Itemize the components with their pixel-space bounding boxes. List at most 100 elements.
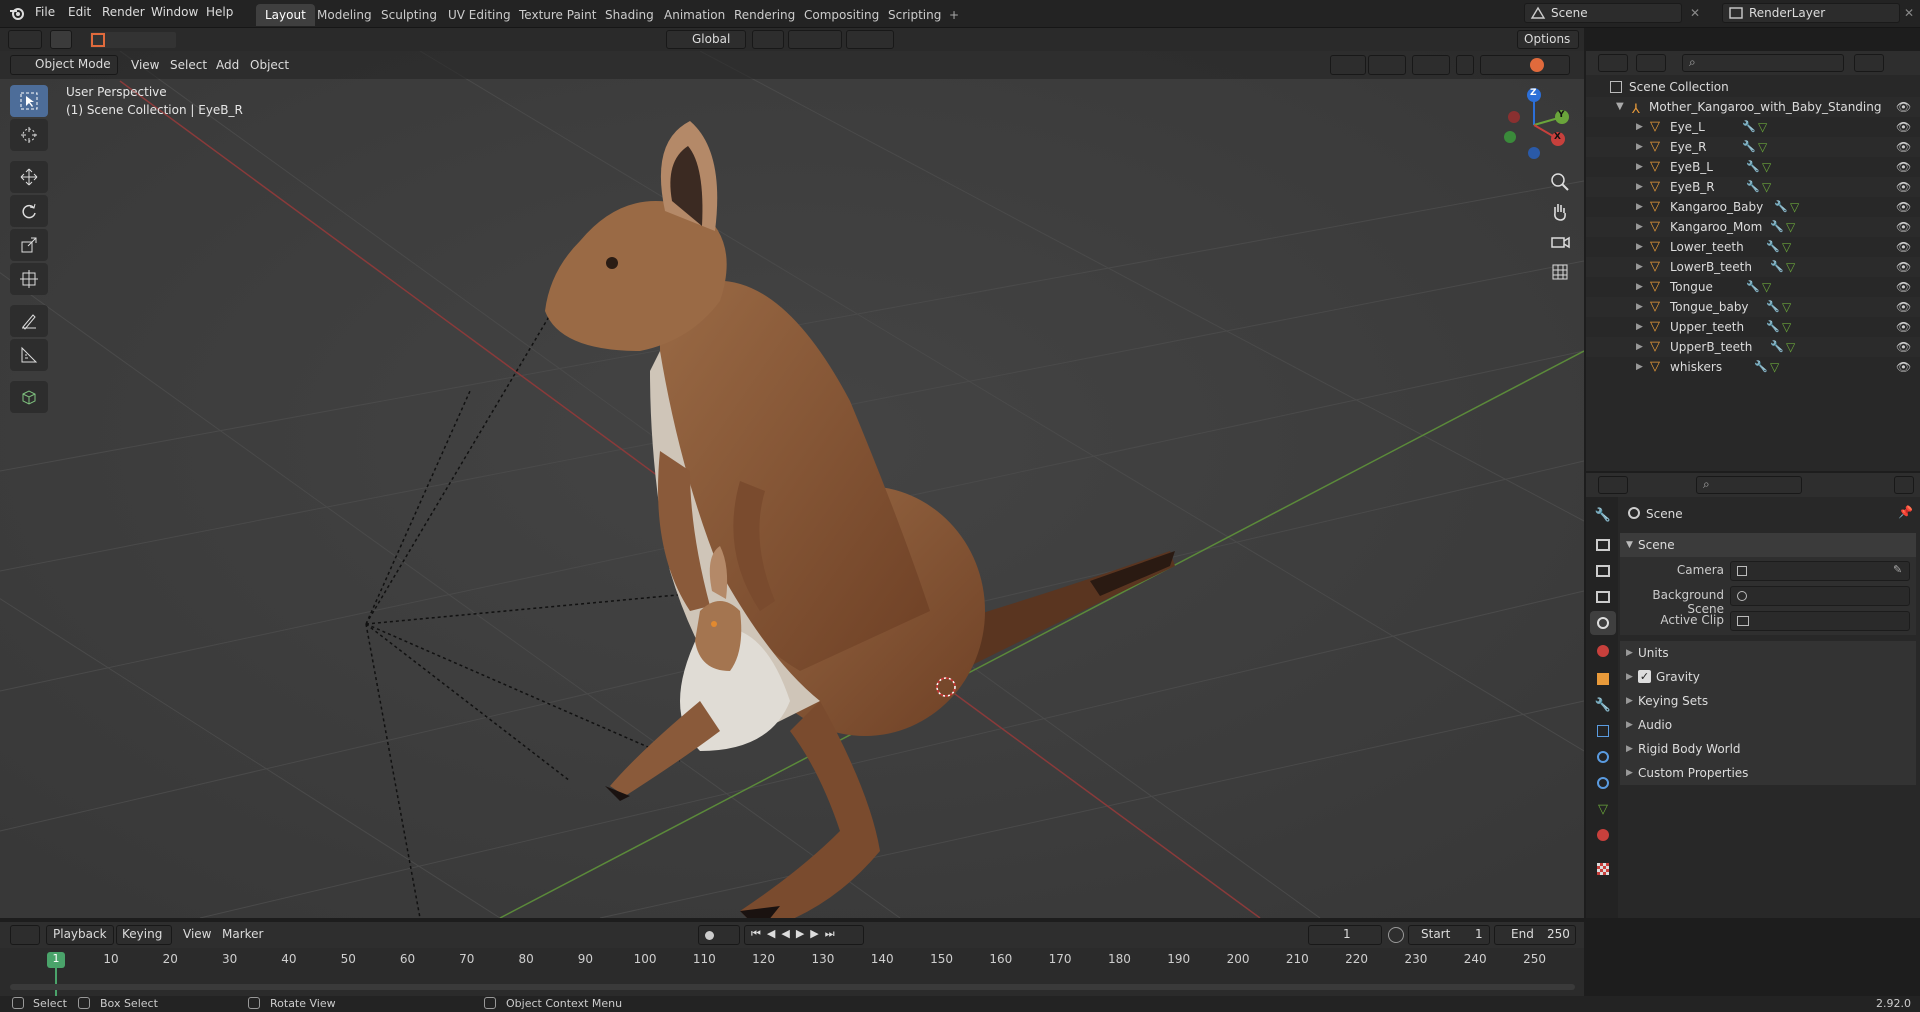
eye-icon[interactable]: 👁 [1896,257,1911,277]
modifier-icon[interactable]: 🔧 [1754,357,1768,377]
modifier-icon[interactable]: 🔧 [1742,137,1756,157]
record-button[interactable] [698,925,740,945]
visibility-dropdown[interactable] [1330,55,1366,75]
timeline-scrollbar[interactable] [10,984,1575,990]
outliner-item[interactable]: ▶ ▽ LowerB_teeth 🔧 ▽ 👁 [1586,257,1920,277]
tab-animation[interactable]: Animation [655,4,734,26]
tab-modeling[interactable]: Modeling [308,4,381,26]
mesh-data-icon[interactable]: ▽ [1786,337,1795,357]
playback-menu[interactable]: Playback [46,925,114,945]
constraints-tab-icon[interactable] [1590,771,1616,795]
expand-arrow-icon[interactable]: ▶ [1636,217,1643,237]
active-clip-field[interactable] [1730,611,1910,631]
snap-settings-dropdown[interactable] [788,30,842,49]
modifier-icon[interactable]: 🔧 [1770,337,1784,357]
mesh-data-icon[interactable]: ▽ [1762,277,1771,297]
eye-icon[interactable]: 👁 [1896,157,1911,177]
eye-icon[interactable]: 👁 [1896,317,1911,337]
eye-icon[interactable]: 👁 [1896,237,1911,257]
outliner-object-root[interactable]: ▼ ⅄ Mother_Kangaroo_with_Baby_Standing 👁 [1586,97,1920,117]
material-preview-icon[interactable] [1530,58,1544,72]
expand-arrow-icon[interactable]: ▶ [1636,277,1643,297]
output-tab-icon[interactable] [1590,559,1616,583]
texture-tab-icon[interactable] [1590,857,1616,881]
transport-icons[interactable]: ⏮◀◀▶▶⏭ [751,927,841,941]
measure-tool[interactable] [10,339,48,371]
properties-search-input[interactable]: ⌕ [1696,476,1802,494]
outliner-item[interactable]: ▶ ▽ UpperB_teeth 🔧 ▽ 👁 [1586,337,1920,357]
mesh-data-icon[interactable]: ▽ [1770,357,1779,377]
expand-arrow-icon[interactable]: ▶ [1636,257,1643,277]
render-layer-selector[interactable]: RenderLayer [1722,3,1900,23]
subpanel-header[interactable]: ▶ Keying Sets [1620,689,1916,713]
pivot-point-dropdown[interactable] [752,30,784,49]
outliner-item[interactable]: ▶ ▽ Eye_L 🔧 ▽ 👁 [1586,117,1920,137]
menu-edit[interactable]: Edit [68,5,91,19]
modifier-icon[interactable]: 🔧 [1766,297,1780,317]
subpanel-header[interactable]: ▶ Units [1620,641,1916,665]
tab-shading[interactable]: Shading [596,4,663,26]
subpanel-header[interactable]: ▶ Custom Properties [1620,761,1916,785]
mesh-data-icon[interactable]: ▽ [1758,137,1767,157]
properties-panel[interactable]: ⌕ 🔧 🔧 ▽ Scene 📌 ▼ Scene Camera ✎ Backgro… [1586,473,1920,918]
outliner-item[interactable]: ▶ ▽ Eye_R 🔧 ▽ 👁 [1586,137,1920,157]
gravity-checkbox[interactable]: ✓ [1638,670,1651,683]
material-tab-icon[interactable] [1590,823,1616,847]
tab-rendering[interactable]: Rendering [725,4,804,26]
pin-icon[interactable]: 📌 [1898,505,1913,519]
mesh-data-icon[interactable]: ▽ [1786,257,1795,277]
rotate-tool[interactable] [10,195,48,227]
tab-texture-paint[interactable]: Texture Paint [510,4,605,26]
expand-arrow-icon[interactable]: ▶ [1636,237,1643,257]
modifier-icon[interactable]: 🔧 [1766,237,1780,257]
eyedropper-icon[interactable]: ✎ [1893,563,1902,576]
options-dropdown[interactable]: Options [1517,30,1579,49]
proportional-edit-dropdown[interactable] [846,30,894,49]
menu-render[interactable]: Render [102,5,145,19]
eye-icon[interactable]: 👁 [1896,297,1911,317]
expand-arrow-icon[interactable]: ▶ [1636,337,1643,357]
expand-arrow-icon[interactable]: ▶ [1636,177,1643,197]
mesh-data-icon[interactable]: ▽ [1790,197,1799,217]
scene-selector[interactable]: Scene [1524,3,1682,23]
menu-window[interactable]: Window [151,5,198,19]
playhead[interactable]: 1 [47,952,65,968]
add-cube-tool[interactable] [10,381,48,413]
mesh-data-icon[interactable]: ▽ [1782,317,1791,337]
outliner-item[interactable]: ▶ ▽ Kangaroo_Mom 🔧 ▽ 👁 [1586,217,1920,237]
scale-tool[interactable] [10,229,48,261]
eye-icon[interactable]: 👁 [1896,137,1911,157]
particles-tab-icon[interactable] [1590,719,1616,743]
timeline-menu-view[interactable]: View [183,927,211,941]
eye-icon[interactable]: 👁 [1896,177,1911,197]
outliner-display-mode[interactable] [1636,54,1666,72]
outliner-item[interactable]: ▶ ▽ whiskers 🔧 ▽ 👁 [1586,357,1920,377]
viewport-menu-add[interactable]: Add [216,58,239,72]
modifier-tab-icon[interactable]: 🔧 [1590,693,1616,717]
mesh-data-icon[interactable]: ▽ [1786,217,1795,237]
cursor-tool[interactable] [10,119,48,151]
current-frame-field[interactable]: 1 [1308,925,1382,945]
modifier-icon[interactable]: 🔧 [1746,277,1760,297]
world-tab-icon[interactable] [1590,639,1616,663]
timeline-editor-type[interactable] [10,925,40,945]
viewport-menu-select[interactable]: Select [170,58,207,72]
subpanel-header[interactable]: ▶ Audio [1620,713,1916,737]
tab-uv-editing[interactable]: UV Editing [439,4,520,26]
outliner-editor-type[interactable] [1598,54,1628,72]
viewport-menu-object[interactable]: Object [250,58,289,72]
expand-arrow-icon[interactable]: ▶ [1636,297,1643,317]
select-tool-button[interactable] [50,30,72,49]
mesh-data-icon[interactable]: ▽ [1762,177,1771,197]
eye-icon[interactable]: 👁 [1896,337,1911,357]
properties-editor-type[interactable] [1598,476,1628,494]
modifier-icon[interactable]: 🔧 [1746,157,1760,177]
outliner-item[interactable]: ▶ ▽ EyeB_L 🔧 ▽ 👁 [1586,157,1920,177]
move-tool[interactable] [10,161,48,193]
render-layer-close-icon[interactable]: ✕ [1904,6,1914,20]
eye-icon[interactable]: 👁 [1896,97,1911,117]
properties-options-button[interactable] [1894,476,1914,494]
modifier-icon[interactable]: 🔧 [1766,317,1780,337]
modifier-icon[interactable]: 🔧 [1770,257,1784,277]
modifier-icon[interactable]: 🔧 [1746,177,1760,197]
